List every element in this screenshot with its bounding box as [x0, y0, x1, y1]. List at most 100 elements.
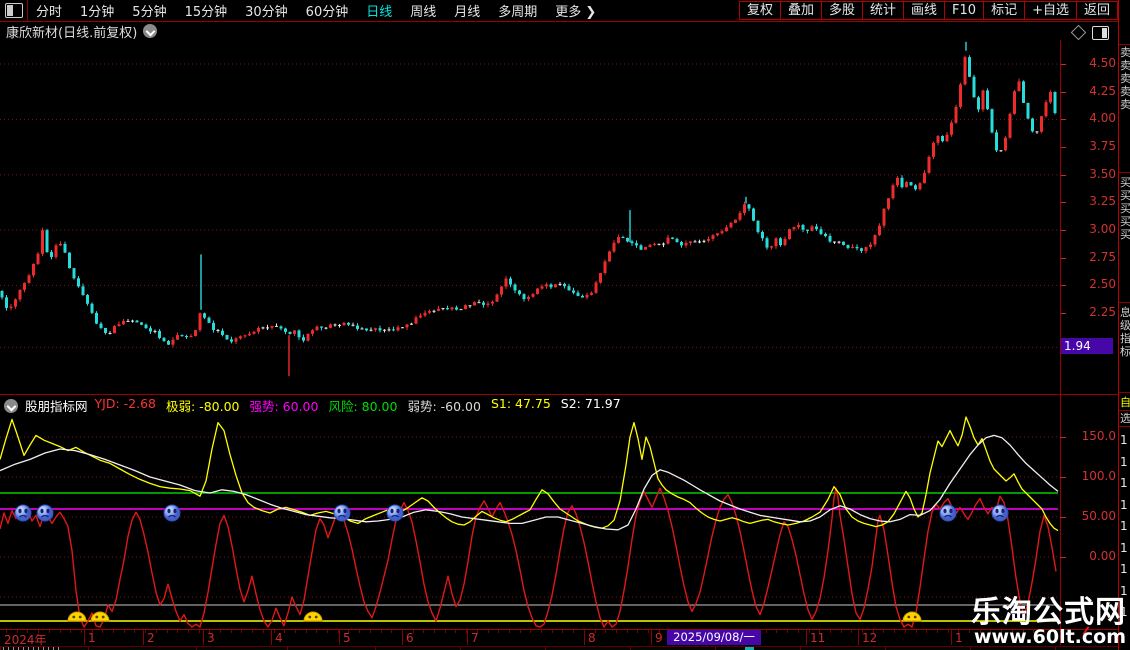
timeline-minor-tick	[552, 630, 553, 633]
panel-toggle-icon[interactable]	[1092, 26, 1109, 40]
period-tab-10[interactable]: 更多 ❯	[555, 1, 596, 20]
timeline-minor-tick	[231, 630, 232, 633]
toolbar-button-4[interactable]: 画线	[903, 1, 945, 20]
indicator-name: 股朋指标网	[25, 396, 88, 415]
timeline-minor-tick	[605, 630, 606, 633]
smile-face-marker	[903, 612, 921, 621]
timeline-minor-tick	[263, 630, 264, 633]
timeline-minor-tick	[102, 630, 103, 633]
period-tab-9[interactable]: 多周期	[498, 1, 537, 20]
sad-face-marker	[940, 505, 956, 521]
price-tick-3.50: 3.50	[1068, 167, 1116, 181]
watermark-site-url: www.60lt.com	[971, 628, 1126, 648]
chevron-down-icon[interactable]	[143, 24, 157, 38]
timeline-minor-tick	[177, 630, 178, 633]
timeline-minor-tick	[455, 630, 456, 633]
indicator-tick-100.0: 100.0	[1068, 469, 1116, 483]
toolbar-button-7[interactable]: +自选	[1024, 1, 1077, 20]
timeline-separator	[339, 630, 340, 645]
timeline-minor-tick	[252, 630, 253, 633]
timeline-separator	[951, 630, 952, 645]
timeline-minor-tick	[616, 630, 617, 633]
diamond-icon[interactable]	[1071, 25, 1087, 41]
timeline-label-4: 4	[275, 631, 283, 645]
timeline-minor-tick	[851, 630, 852, 633]
timeline-minor-tick	[306, 630, 307, 633]
right-strip-glyph: 息	[1120, 306, 1130, 319]
period-tab-5[interactable]: 60分钟	[306, 1, 349, 20]
timeline-minor-tick	[124, 630, 125, 633]
watermark-site-name: 乐淘公式网	[971, 597, 1126, 629]
period-tab-3[interactable]: 15分钟	[185, 1, 228, 20]
indicator-param-5: S1: 47.75	[491, 396, 551, 415]
right-strip-digit: 1	[1120, 516, 1128, 538]
timeline-label-9: 9	[655, 631, 663, 645]
timeline-minor-tick	[434, 630, 435, 633]
panel-divider	[0, 394, 1118, 395]
right-strip-divider	[1119, 302, 1130, 303]
toolbar-button-1[interactable]: 叠加	[780, 1, 822, 20]
right-strip-section-2: 息级指标	[1120, 306, 1130, 358]
timeline-minor-tick	[937, 630, 938, 633]
timeline-minor-tick	[905, 630, 906, 633]
last-price-label: 1.94	[1061, 338, 1113, 354]
timeline-label-8: 8	[588, 631, 596, 645]
price-tick-3.75: 3.75	[1068, 139, 1116, 153]
toolbar: 分时 1分钟 5分钟 15分钟 30分钟 60分钟日线周线月线多周期更多 ❯ 复权叠加多股…	[0, 0, 1130, 22]
period-tab-0[interactable]: 分时	[36, 1, 62, 20]
timeline-minor-tick	[894, 630, 895, 633]
indicator-chart[interactable]	[0, 416, 1060, 629]
period-menu: 分时 1分钟 5分钟 15分钟 30分钟 60分钟日线周线月线多周期更多 ❯	[36, 0, 596, 21]
period-tab-7[interactable]: 周线	[410, 1, 436, 20]
toolbar-button-6[interactable]: 标记	[983, 1, 1025, 20]
toolbar-button-3[interactable]: 统计	[862, 1, 904, 20]
timeline-minor-tick	[316, 630, 317, 633]
right-strip-digit: 1	[1120, 473, 1128, 495]
period-tab-1[interactable]: 1分钟	[80, 1, 114, 20]
right-strip-glyph: 标	[1120, 345, 1130, 358]
timeline-minor-tick	[627, 630, 628, 633]
timeline-label-6: 6	[406, 631, 414, 645]
timeline-minor-tick	[948, 630, 949, 633]
sad-face-marker	[992, 505, 1008, 521]
sad-face-marker	[164, 505, 180, 521]
timeline-minor-tick	[562, 630, 563, 633]
stock-app-window: 分时 1分钟 5分钟 15分钟 30分钟 60分钟日线周线月线多周期更多 ❯ 复权叠加多股…	[0, 0, 1130, 650]
toolbar-button-8[interactable]: 返回	[1076, 1, 1118, 20]
timeline-minor-tick	[49, 630, 50, 633]
timeline-minor-tick	[134, 630, 135, 633]
toolbar-button-2[interactable]: 多股	[821, 1, 863, 20]
indicator-params: YJD: -2.68极弱: -80.00强势: 60.00风险: 80.00弱势…	[95, 396, 621, 415]
right-strip-glyph: 卖	[1120, 46, 1130, 59]
price-tick-2.75: 2.75	[1068, 250, 1116, 264]
period-tab-8[interactable]: 月线	[454, 1, 480, 20]
right-strip-digit: 1	[1120, 538, 1128, 560]
right-strip-divider	[1119, 44, 1130, 45]
main-candlestick-chart[interactable]	[0, 40, 1060, 394]
timeline-minor-tick	[509, 630, 510, 633]
timeline-separator	[806, 630, 807, 645]
period-tab-2[interactable]: 5分钟	[132, 1, 166, 20]
period-tab-6[interactable]: 日线	[366, 1, 392, 20]
right-strip-glyph: 买	[1120, 215, 1130, 228]
indicator-collapse-icon[interactable]	[4, 399, 18, 413]
toolbar-button-0[interactable]: 复权	[739, 1, 781, 20]
toolbar-button-5[interactable]: F10	[944, 1, 984, 20]
price-tick-2.25: 2.25	[1068, 305, 1116, 319]
timeline-minor-tick	[541, 630, 542, 633]
timeline-minor-tick	[969, 630, 970, 633]
indicator-tickmark	[1060, 437, 1066, 438]
indicator-tickmark	[1060, 477, 1066, 478]
layout-split-icon[interactable]	[5, 3, 23, 18]
right-strip-digit: 1	[1120, 495, 1128, 517]
timeline-minor-tick	[199, 630, 200, 633]
timeline-minor-tick	[883, 630, 884, 633]
timeline-minor-tick	[530, 630, 531, 633]
indicator-param-6: S2: 71.97	[561, 396, 621, 415]
indicator-param-3: 风险: 80.00	[328, 396, 397, 415]
timeline-separator	[467, 630, 468, 645]
period-tab-4[interactable]: 30分钟	[245, 1, 288, 20]
timeline-label-7: 7	[471, 631, 479, 645]
right-strip-glyph: 卖	[1120, 72, 1130, 85]
timeline-separator	[402, 630, 403, 645]
